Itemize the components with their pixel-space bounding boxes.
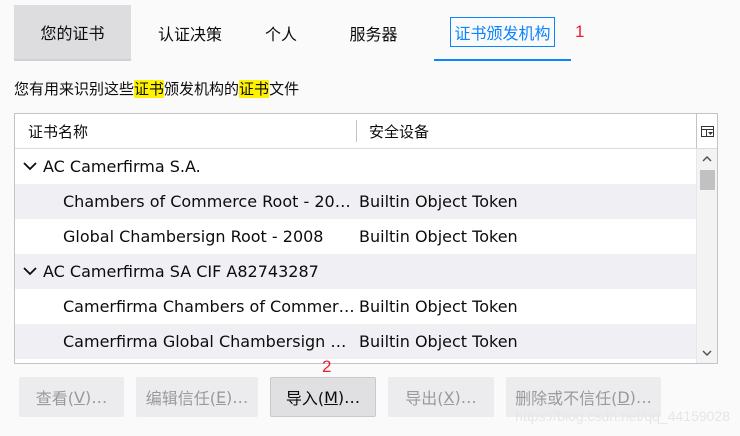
tab-label: 证书颁发机构 bbox=[450, 17, 555, 47]
description-highlight: 证书 bbox=[134, 80, 165, 98]
group-name: AC Camerfirma S.A. bbox=[43, 157, 201, 176]
button-accesskey: M bbox=[324, 387, 338, 407]
watermark: https://blog.csdn.net/qq_44159028 bbox=[515, 408, 730, 424]
table-header: 证书名称 安全设备 bbox=[15, 114, 717, 149]
description-text: 文件 bbox=[269, 80, 300, 98]
cert-name: Global Chambersign Root - 2008 bbox=[63, 227, 324, 246]
button-label: 导出( bbox=[405, 389, 444, 408]
import-button[interactable]: 导入(M)… bbox=[270, 377, 376, 417]
tab-label: 认证决策 bbox=[157, 25, 222, 44]
table-row[interactable]: Chambers of Commerce Root - 20… Builtin … bbox=[15, 184, 697, 219]
button-accesskey: V bbox=[74, 387, 85, 407]
description: 您有用来识别这些证书颁发机构的证书文件 bbox=[14, 78, 299, 100]
chevron-down-icon[interactable] bbox=[23, 162, 43, 171]
table-row[interactable]: Global Chambersign Root - 2008 Builtin O… bbox=[15, 219, 697, 254]
button-label-suffix: )… bbox=[629, 387, 652, 407]
edit-trust-button[interactable]: 编辑信任(E)… bbox=[136, 377, 258, 417]
button-accesskey: E bbox=[215, 387, 227, 407]
button-label: 删除或不信任( bbox=[515, 389, 618, 408]
table-row[interactable]: Camerfirma Global Chambersign … Builtin … bbox=[15, 324, 697, 359]
button-accesskey: X bbox=[443, 387, 455, 407]
tab-bar: 您的证书 认证决策 个人 服务器 证书颁发机构 bbox=[14, 5, 571, 61]
annotation-1: 1 bbox=[575, 22, 585, 41]
table-row[interactable]: Camerfirma Chambers of Commer… Builtin O… bbox=[15, 289, 697, 324]
annotation-2: 2 bbox=[322, 357, 332, 376]
button-label: 查看( bbox=[35, 389, 75, 408]
tree-group-row[interactable]: AC Camerfirma SA CIF A82743287 bbox=[15, 254, 697, 289]
button-accesskey: D bbox=[617, 387, 630, 407]
cert-name: Camerfirma Chambers of Commer… bbox=[63, 297, 355, 316]
button-label: 导入( bbox=[285, 389, 325, 408]
button-label-suffix: )… bbox=[84, 387, 108, 407]
description-text: 颁发机构的 bbox=[164, 80, 240, 98]
description-text: 您有用来识别这些 bbox=[14, 80, 135, 98]
button-label-suffix: )… bbox=[337, 387, 361, 407]
cert-device: Builtin Object Token bbox=[359, 332, 518, 351]
tab-label: 服务器 bbox=[349, 25, 398, 44]
cert-device: Builtin Object Token bbox=[359, 297, 518, 316]
chevron-down-icon[interactable] bbox=[23, 267, 43, 276]
column-header-device[interactable]: 安全设备 bbox=[357, 114, 717, 148]
column-header-name[interactable]: 证书名称 bbox=[15, 120, 357, 142]
tab-label: 您的证书 bbox=[40, 24, 105, 43]
certificate-tree[interactable]: 证书名称 安全设备 AC Camerfirma S.A. Chambers of… bbox=[14, 113, 718, 364]
tab-label: 个人 bbox=[264, 25, 297, 44]
export-button[interactable]: 导出(X)… bbox=[388, 377, 494, 417]
column-picker-icon[interactable] bbox=[696, 114, 717, 148]
tab-authentication-decisions[interactable]: 认证决策 bbox=[131, 5, 249, 61]
scroll-up-icon[interactable] bbox=[697, 149, 717, 169]
tab-people[interactable]: 个人 bbox=[249, 5, 313, 61]
cert-device: Builtin Object Token bbox=[359, 227, 518, 246]
tab-your-certificates[interactable]: 您的证书 bbox=[14, 5, 131, 61]
table-body: AC Camerfirma S.A. Chambers of Commerce … bbox=[15, 149, 697, 359]
cert-name: Chambers of Commerce Root - 20… bbox=[63, 192, 351, 211]
button-label-suffix: )… bbox=[454, 387, 477, 407]
scrollbar-thumb[interactable] bbox=[700, 170, 715, 190]
scroll-down-icon[interactable] bbox=[697, 343, 717, 363]
view-button[interactable]: 查看(V)… bbox=[19, 377, 124, 417]
description-highlight: 证书 bbox=[239, 80, 270, 98]
cert-name: Camerfirma Global Chambersign … bbox=[63, 332, 347, 351]
tab-servers[interactable]: 服务器 bbox=[313, 5, 434, 61]
tab-authorities[interactable]: 证书颁发机构 bbox=[434, 5, 571, 61]
button-label-suffix: )… bbox=[226, 387, 249, 407]
vertical-scrollbar[interactable] bbox=[696, 149, 717, 363]
cert-device: Builtin Object Token bbox=[359, 192, 518, 211]
tree-group-row[interactable]: AC Camerfirma S.A. bbox=[15, 149, 697, 184]
group-name: AC Camerfirma SA CIF A82743287 bbox=[43, 262, 319, 281]
button-label: 编辑信任( bbox=[145, 389, 216, 408]
